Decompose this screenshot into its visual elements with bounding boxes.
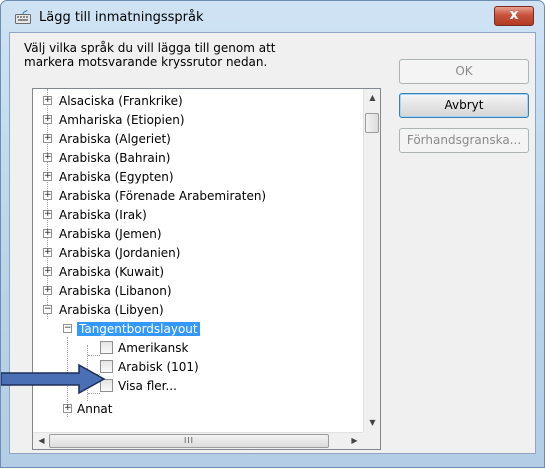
tree-item-language[interactable]: + Alsaciska (Frankrike)	[43, 92, 183, 110]
tree-item-language[interactable]: + Arabiska (Egypten)	[43, 168, 174, 186]
tree-item-language[interactable]: + Amhariska (Etiopien)	[43, 111, 185, 129]
tree-item-language[interactable]: + Arabiska (Jordanien)	[43, 244, 180, 262]
tree-item-language[interactable]: + Arabiska (Libanon)	[43, 282, 172, 300]
tree-item-layout[interactable]: Visa fler...	[100, 377, 177, 395]
tree-item-language[interactable]: + Arabiska (Bahrain)	[43, 149, 170, 167]
instruction-text: Välj vilka språk du vill lägga till geno…	[24, 41, 276, 69]
scroll-right-icon[interactable]: ▶	[346, 436, 363, 445]
tree-item-keyboard-layout[interactable]: − Tangentbordslayout	[63, 320, 200, 338]
tree-viewport: + Alsaciska (Frankrike) + Amhariska (Eti…	[33, 89, 363, 432]
tree-item-language[interactable]: + Arabiska (Jemen)	[43, 225, 162, 243]
tree-item-language[interactable]: + Arabiska (Kuwait)	[43, 263, 164, 281]
plus-box-icon[interactable]: +	[43, 115, 52, 124]
scroll-up-icon[interactable]: ▲	[364, 93, 380, 102]
keyboard-icon	[15, 10, 31, 24]
plus-box-icon[interactable]: +	[43, 134, 52, 143]
window-title: Lägg till inmatningsspråk	[39, 10, 204, 25]
scroll-down-icon[interactable]: ▼	[364, 418, 380, 427]
close-button[interactable]: x	[494, 6, 534, 26]
minus-box-icon[interactable]: −	[63, 324, 72, 333]
plus-box-icon[interactable]: +	[63, 404, 72, 413]
close-icon: x	[509, 7, 519, 23]
plus-box-icon[interactable]: +	[43, 210, 52, 219]
minus-box-icon[interactable]: −	[43, 305, 52, 314]
tree-item-layout[interactable]: Amerikansk	[100, 339, 188, 357]
scroll-thumb[interactable]	[365, 113, 379, 133]
plus-box-icon[interactable]: +	[43, 172, 52, 181]
scroll-left-icon[interactable]: ◀	[33, 436, 50, 445]
checkbox[interactable]	[100, 341, 113, 354]
plus-box-icon[interactable]: +	[43, 191, 52, 200]
checkbox[interactable]	[100, 379, 113, 392]
vertical-scrollbar[interactable]: ▲ ▼	[363, 89, 380, 432]
plus-box-icon[interactable]: +	[43, 248, 52, 257]
tree-item-language[interactable]: + Arabiska (Irak)	[43, 206, 147, 224]
tree-item-language[interactable]: + Arabiska (Förenade Arabemiraten)	[43, 187, 266, 205]
plus-box-icon[interactable]: +	[43, 267, 52, 276]
dialog-body: Välj vilka språk du vill lägga till geno…	[9, 32, 536, 454]
tree-item-language-expanded[interactable]: − Arabiska (Libyen)	[43, 301, 164, 319]
horizontal-scrollbar[interactable]: ◀ III ▶	[33, 432, 363, 449]
tree-item-layout[interactable]: Arabisk (101)	[100, 358, 199, 376]
tree-line	[88, 374, 100, 375]
plus-box-icon[interactable]: +	[43, 229, 52, 238]
plus-box-icon[interactable]: +	[43, 286, 52, 295]
plus-box-icon[interactable]: +	[43, 153, 52, 162]
tree-item-language[interactable]: + Arabiska (Algeriet)	[43, 130, 171, 148]
tree-item-other[interactable]: + Annat	[63, 400, 112, 418]
tree-line	[88, 393, 100, 394]
checkbox[interactable]	[100, 360, 113, 373]
language-tree[interactable]: + Alsaciska (Frankrike) + Amhariska (Eti…	[32, 88, 381, 450]
ok-button[interactable]: OK	[399, 59, 529, 84]
cancel-button[interactable]: Avbryt	[399, 93, 529, 118]
plus-box-icon[interactable]: +	[43, 96, 52, 105]
scroll-thumb-horizontal[interactable]: III	[49, 434, 329, 448]
scrollbar-corner	[363, 432, 380, 449]
add-input-language-dialog: Lägg till inmatningsspråk x Välj vilka s…	[0, 0, 545, 468]
preview-button[interactable]: Förhandsgranska...	[399, 128, 529, 153]
tree-line	[88, 355, 100, 356]
title-bar[interactable]: Lägg till inmatningsspråk x	[1, 1, 544, 31]
